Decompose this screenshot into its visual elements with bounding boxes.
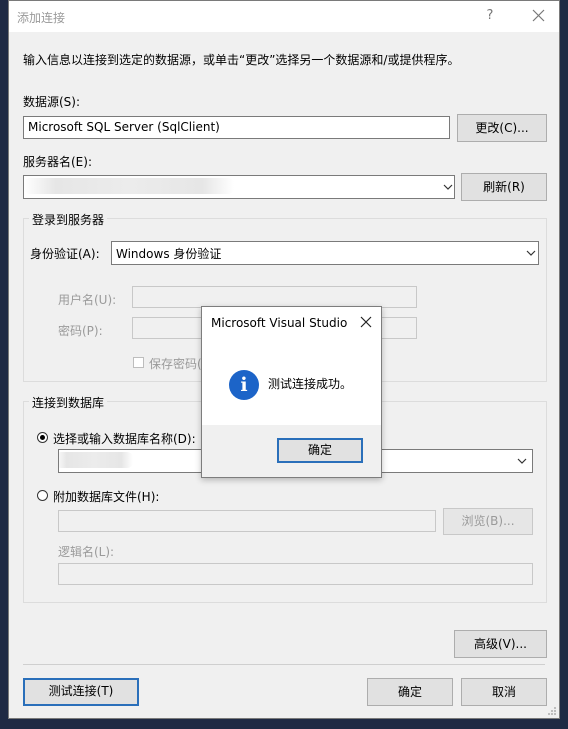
username-label: 用户名(U): [58, 293, 117, 307]
datasource-field: Microsoft SQL Server (SqlClient) [23, 116, 450, 139]
password-label: 密码(P): [58, 324, 103, 338]
message-text: 测试连接成功。 [268, 377, 353, 391]
attach-file-radio[interactable] [37, 490, 48, 501]
attach-file-label: 附加数据库文件(H): [53, 490, 160, 504]
title-bar: 添加连接 ? [9, 1, 559, 32]
redacted-database-name [59, 452, 133, 468]
logical-name-label: 逻辑名(L): [58, 545, 115, 559]
server-label: 服务器名(E): [23, 155, 92, 169]
help-button[interactable]: ? [481, 8, 499, 23]
auth-combobox[interactable]: Windows 身份验证 [111, 241, 539, 265]
browse-button: 浏览(B)... [443, 508, 533, 535]
message-box-close-button[interactable] [358, 314, 374, 330]
auth-value: Windows 身份验证 [116, 247, 222, 261]
message-box: Microsoft Visual Studio i 测试连接成功。 确定 [201, 306, 382, 478]
chevron-down-icon [517, 458, 527, 464]
chevron-down-icon [443, 184, 453, 190]
message-ok-button[interactable]: 确定 [277, 438, 363, 463]
logical-name-input [58, 563, 533, 585]
info-icon: i [229, 370, 259, 400]
refresh-button[interactable]: 刷新(R) [461, 173, 547, 201]
message-box-footer: 确定 [202, 425, 381, 477]
attach-file-input [58, 510, 436, 532]
test-connection-button[interactable]: 测试连接(T) [23, 678, 139, 706]
footer-separator [23, 664, 545, 665]
datasource-label: 数据源(S): [23, 95, 81, 109]
close-icon [360, 316, 372, 328]
chevron-down-icon [526, 250, 536, 256]
close-button[interactable] [527, 4, 551, 28]
login-group-title: 登录到服务器 [29, 211, 108, 228]
redacted-server-name [24, 178, 234, 194]
window-title: 添加连接 [17, 11, 66, 25]
change-datasource-button[interactable]: 更改(C)... [457, 114, 547, 142]
auth-label: 身份验证(A): [30, 247, 100, 261]
select-db-radio[interactable] [37, 432, 48, 443]
database-group-title: 连接到数据库 [29, 394, 108, 411]
resize-grip-icon[interactable] [547, 706, 557, 716]
advanced-button[interactable]: 高级(V)... [454, 630, 547, 658]
cancel-button[interactable]: 取消 [461, 678, 547, 706]
username-input [132, 286, 417, 308]
ok-button[interactable]: 确定 [367, 678, 453, 706]
save-password-checkbox [133, 357, 144, 368]
close-icon [532, 9, 545, 22]
select-db-label: 选择或输入数据库名称(D): [53, 432, 196, 446]
intro-text: 输入信息以连接到选定的数据源，或单击“更改”选择另一个数据源和/或提供程序。 [23, 53, 460, 67]
message-box-title: Microsoft Visual Studio [211, 316, 348, 330]
server-combobox[interactable] [23, 175, 455, 199]
